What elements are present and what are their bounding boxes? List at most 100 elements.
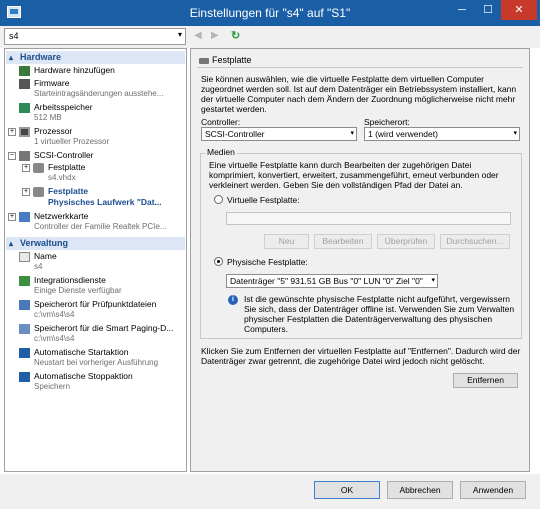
- location-value: 1 (wird verwendet): [368, 129, 438, 139]
- name-icon: [19, 252, 30, 262]
- sidebar-item-label: Speicherort für die Smart Paging-D...: [34, 323, 174, 333]
- media-description: Eine virtuelle Festplatte kann durch Bea…: [209, 160, 499, 190]
- apply-button[interactable]: Anwenden: [460, 481, 526, 499]
- expand-icon[interactable]: +: [8, 128, 16, 136]
- settings-panel: Festplatte Sie können auswählen, wie die…: [190, 48, 530, 472]
- cancel-button[interactable]: Abbrechen: [387, 481, 453, 499]
- expand-icon[interactable]: +: [8, 213, 16, 221]
- sidebar-item-label: Firmware: [34, 78, 70, 88]
- section-management-label: Verwaltung: [20, 238, 69, 248]
- edit-button[interactable]: Bearbeiten: [314, 234, 372, 249]
- ok-button[interactable]: OK: [314, 481, 380, 499]
- section-hardware-header[interactable]: ▴ Hardware: [6, 51, 185, 64]
- controller-label: Controller:: [201, 117, 241, 127]
- sidebar-item-memory[interactable]: Arbeitsspeicher 512 MB: [5, 102, 186, 126]
- remove-button[interactable]: Entfernen: [453, 373, 518, 388]
- sidebar-item-network-adapter[interactable]: + Netzwerkkarte Controller der Familie R…: [5, 211, 186, 235]
- sidebar-item-label: Speicherort für Prüfpunktdateien: [34, 299, 157, 309]
- sidebar-item-sublabel: Einige Dienste verfügbar: [34, 286, 122, 295]
- sidebar-item-label: Automatische Stoppaktion: [34, 371, 133, 381]
- minimize-button[interactable]: ─: [449, 0, 475, 20]
- close-button[interactable]: ✕: [501, 0, 537, 20]
- remove-description: Klicken Sie zum Entfernen der virtuellen…: [201, 346, 521, 366]
- chevron-down-icon: ▾: [177, 30, 182, 39]
- sidebar-item-smart-paging-location[interactable]: Speicherort für die Smart Paging-D... c:…: [5, 323, 186, 347]
- physical-disk-value: Datenträger "5" 931.51 GB Bus "0" LUN "0…: [230, 276, 423, 286]
- sidebar-item-label: Prozessor: [34, 126, 73, 136]
- virtual-disk-label: Virtuelle Festplatte:: [227, 195, 300, 205]
- automatic-stop-icon: [19, 372, 30, 382]
- new-button[interactable]: Neu: [264, 234, 309, 249]
- sidebar-item-sublabel: Neustart bei vorheriger Ausführung: [34, 358, 159, 367]
- sidebar-item-name[interactable]: Name s4: [5, 251, 186, 275]
- controller-value: SCSI-Controller: [205, 129, 265, 139]
- chevron-down-icon: ▾: [431, 277, 435, 284]
- sidebar-item-hard-disk-1[interactable]: + Festplatte s4.vhdx: [5, 162, 186, 186]
- sidebar-item-sublabel: Starteintragsänderungen ausstehe...: [34, 89, 164, 98]
- sidebar-item-checkpoint-location[interactable]: Speicherort für Prüfpunktdateien c:\vm\s…: [5, 299, 186, 323]
- inspect-button[interactable]: Überprüfen: [377, 234, 435, 249]
- refresh-icon[interactable]: ↻: [231, 29, 240, 42]
- sidebar-item-label: Festplatte: [48, 186, 89, 196]
- vm-selector[interactable]: s4 ▾: [4, 28, 186, 45]
- section-hardware-label: Hardware: [20, 52, 62, 62]
- intro-text: Sie können auswählen, wie die virtuelle …: [201, 74, 517, 114]
- expand-icon[interactable]: +: [22, 164, 30, 172]
- virtual-disk-path-input[interactable]: [226, 212, 511, 225]
- hard-disk-icon: [33, 187, 44, 197]
- location-label: Speicherort:: [364, 117, 410, 127]
- add-hardware-icon: [19, 66, 30, 76]
- sidebar-item-label: SCSI-Controller: [34, 150, 94, 160]
- sidebar-item-sublabel: Speichern: [34, 382, 71, 391]
- media-group-label: Medien: [205, 147, 237, 157]
- collapse-icon: ▴: [9, 53, 14, 62]
- browse-button[interactable]: Durchsuchen...: [440, 234, 510, 249]
- sidebar-item-scsi-controller[interactable]: − SCSI-Controller: [5, 150, 186, 162]
- vm-selector-value: s4: [9, 31, 19, 41]
- sidebar-item-hard-disk-2[interactable]: + Festplatte Physisches Laufwerk "Dat...: [5, 186, 186, 210]
- scsi-controller-icon: [19, 151, 30, 161]
- sidebar-item-auto-stop[interactable]: Automatische Stoppaktion Speichern: [5, 371, 186, 395]
- sidebar-item-firmware[interactable]: Firmware Starteintragsänderungen aussteh…: [5, 78, 186, 102]
- sidebar-item-label: Integrationsdienste: [34, 275, 106, 285]
- automatic-start-icon: [19, 348, 30, 358]
- sidebar-item-label: Hardware hinzufügen: [34, 65, 115, 75]
- sidebar-item-sublabel: Controller der Familie Realtek PCIe...: [34, 222, 167, 231]
- sidebar-item-sublabel: c:\vm\s4\s4: [34, 334, 75, 343]
- sidebar-item-processor[interactable]: + Prozessor 1 virtueller Prozessor: [5, 126, 186, 150]
- section-management-header[interactable]: ▴ Verwaltung: [6, 237, 185, 250]
- title-bar: Einstellungen für "s4" auf "S1" ─ ☐ ✕: [0, 0, 540, 26]
- chevron-down-icon: ▾: [350, 130, 354, 137]
- sidebar-item-sublabel: c:\vm\s4\s4: [34, 310, 75, 319]
- sidebar-item-label: Automatische Startaktion: [34, 347, 129, 357]
- panel-title: Festplatte: [212, 55, 252, 65]
- virtual-disk-radio[interactable]: [214, 195, 223, 204]
- hard-disk-icon: [33, 163, 44, 173]
- processor-icon: [19, 127, 30, 137]
- dialog-footer: OK Abbrechen Anwenden: [0, 474, 540, 509]
- sidebar-item-label: Arbeitsspeicher: [34, 102, 93, 112]
- sidebar-item-sublabel: 1 virtueller Prozessor: [34, 137, 110, 146]
- forward-arrow-icon[interactable]: ▶: [211, 30, 219, 41]
- physical-disk-info-text: Ist die gewünschte physische Festplatte …: [244, 294, 515, 334]
- back-arrow-icon[interactable]: ◀: [194, 30, 202, 41]
- integration-services-icon: [19, 276, 30, 286]
- expand-icon[interactable]: +: [22, 188, 30, 196]
- sidebar-item-integration-services[interactable]: Integrationsdienste Einige Dienste verfü…: [5, 275, 186, 299]
- controller-select[interactable]: SCSI-Controller ▾: [201, 127, 357, 141]
- physical-disk-label: Physische Festplatte:: [227, 257, 308, 267]
- sidebar-item-auto-start[interactable]: Automatische Startaktion Neustart bei vo…: [5, 347, 186, 371]
- settings-tree: ▴ Hardware Hardware hinzufügen Firmware …: [4, 48, 187, 472]
- sidebar-item-add-hardware[interactable]: Hardware hinzufügen: [5, 65, 186, 77]
- maximize-button[interactable]: ☐: [475, 0, 501, 20]
- sidebar-item-label: Name: [34, 251, 57, 261]
- vm-toolbar: s4 ▾ ◀ ▶ ↻: [0, 26, 540, 48]
- smart-paging-folder-icon: [19, 324, 30, 334]
- physical-disk-radio[interactable]: [214, 257, 223, 266]
- location-select[interactable]: 1 (wird verwendet) ▾: [364, 127, 520, 141]
- physical-disk-select[interactable]: Datenträger "5" 931.51 GB Bus "0" LUN "0…: [226, 274, 438, 288]
- panel-header: Festplatte: [197, 55, 523, 68]
- sidebar-item-sublabel: 512 MB: [34, 113, 62, 122]
- collapse-tree-icon[interactable]: −: [8, 152, 16, 160]
- network-adapter-icon: [19, 212, 30, 222]
